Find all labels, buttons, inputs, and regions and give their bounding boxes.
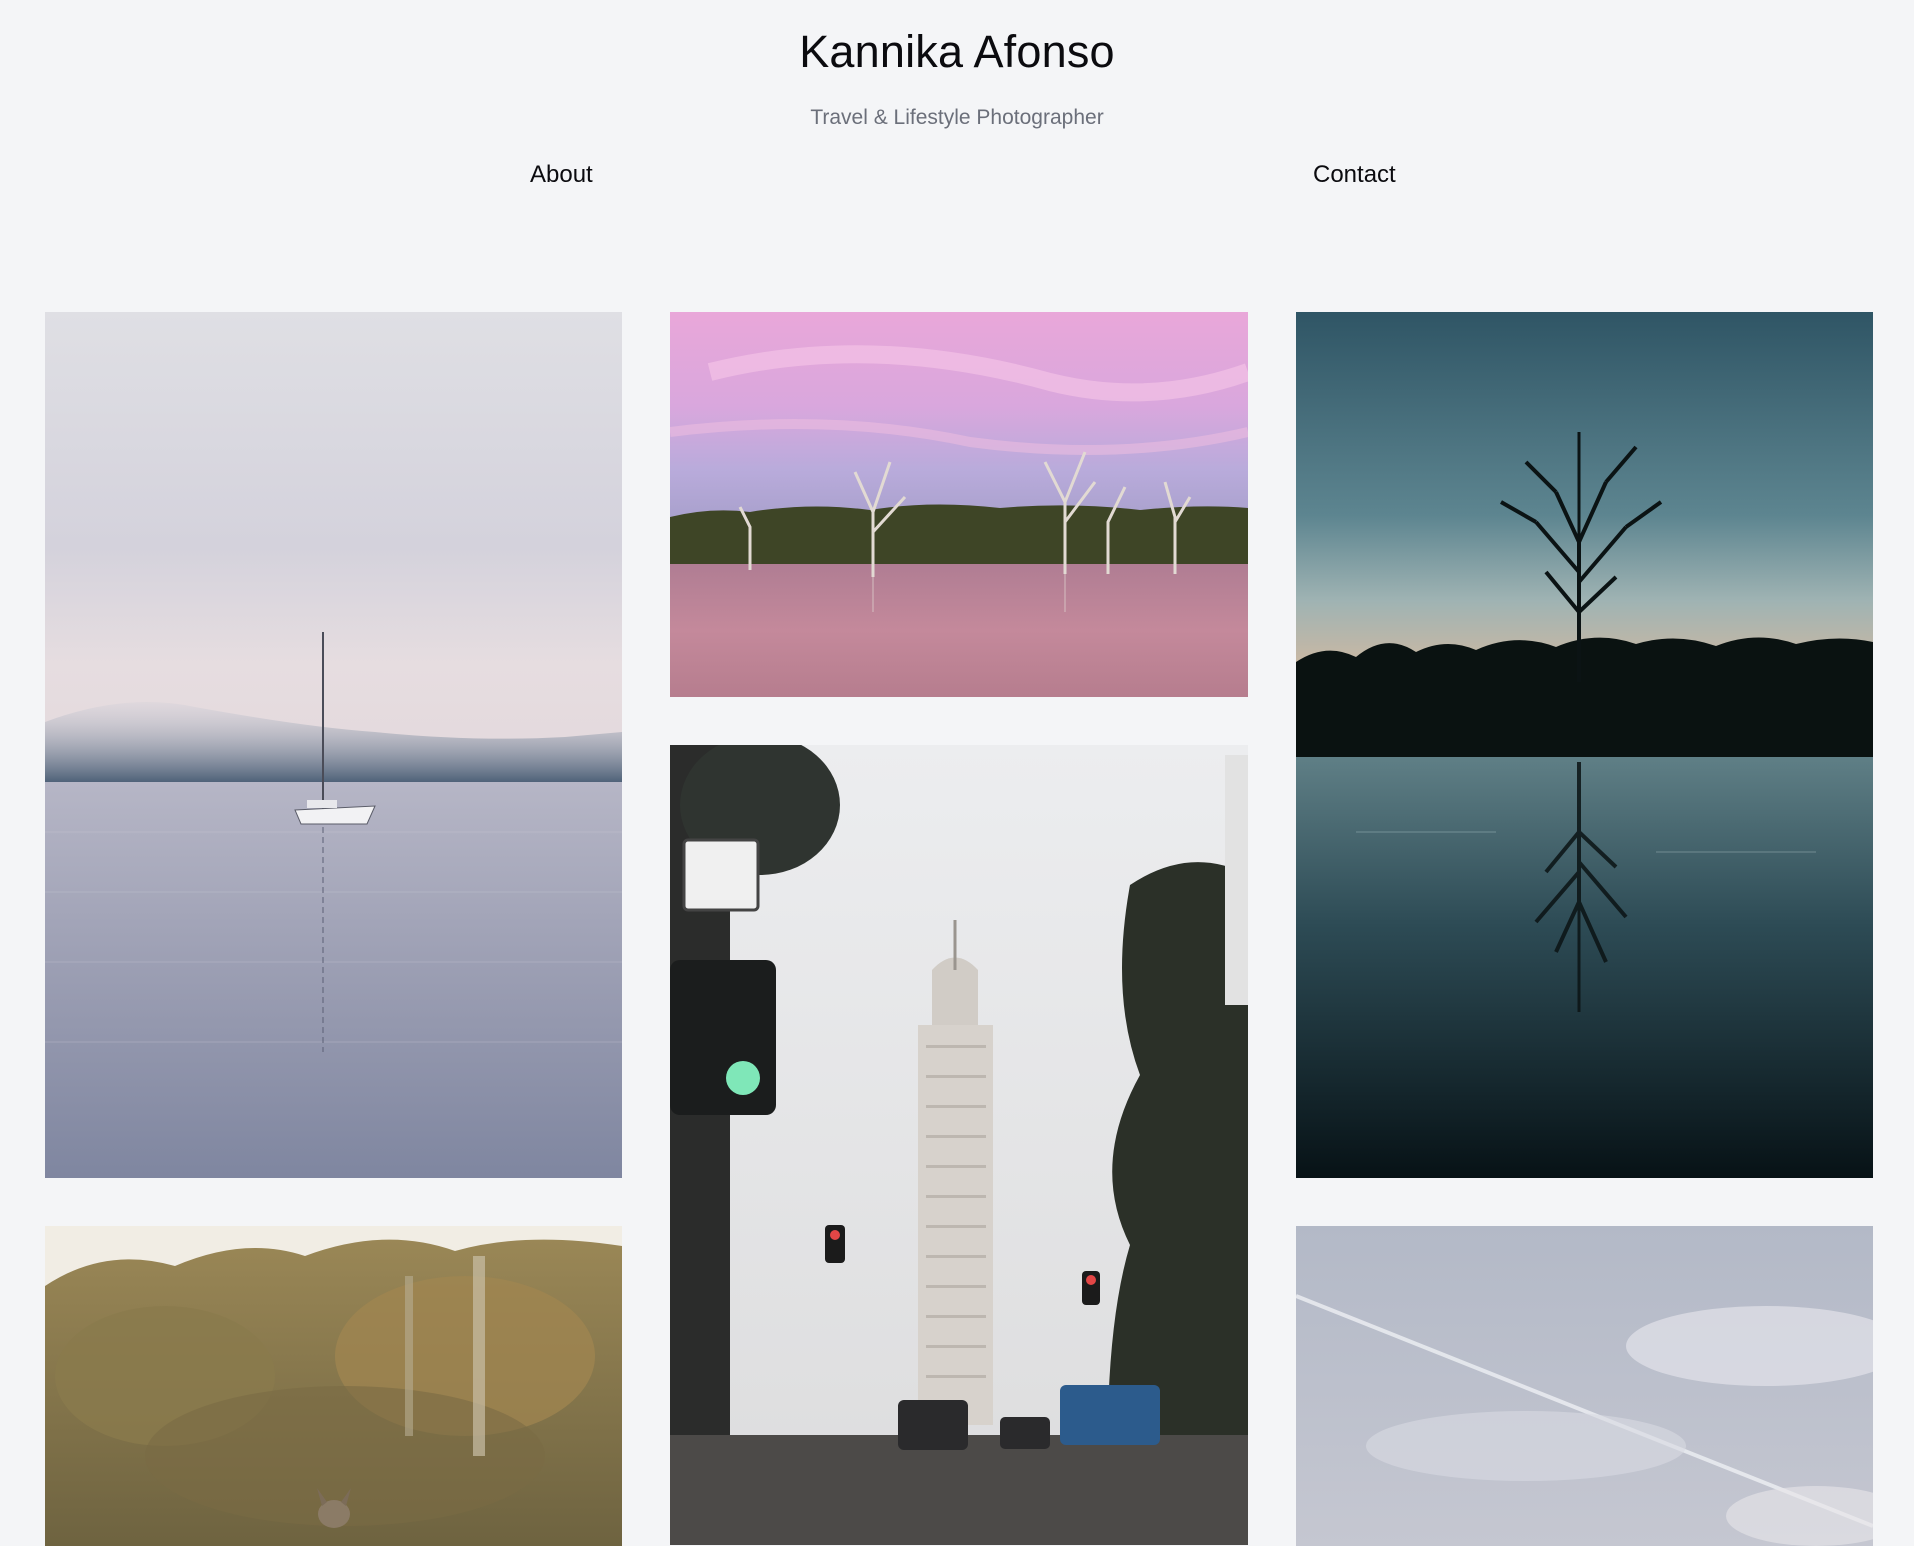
kangaroo-image	[45, 1226, 622, 1546]
site-subtitle: Travel & Lifestyle Photographer	[810, 106, 1104, 129]
nav-link-contact[interactable]: Contact	[1313, 158, 1396, 192]
nav-link-about[interactable]: About	[530, 158, 593, 192]
site-title[interactable]: Kannika Afonso	[0, 22, 1914, 82]
gallery-photo-tree-reflection[interactable]	[1296, 312, 1873, 1178]
gallery-photo-sailboat[interactable]	[45, 312, 622, 1178]
tree-reflection-image	[1296, 312, 1873, 1178]
gallery-photo-city-street[interactable]	[670, 745, 1248, 1545]
sailboat-image	[45, 312, 622, 1178]
contrails-image	[1296, 1226, 1873, 1546]
city-street-image	[670, 745, 1248, 1545]
gallery-photo-pink-lake[interactable]	[670, 312, 1248, 697]
gallery-photo-contrails[interactable]	[1296, 1226, 1873, 1546]
gallery-photo-kangaroo[interactable]	[45, 1226, 622, 1546]
pink-lake-image	[670, 312, 1248, 697]
